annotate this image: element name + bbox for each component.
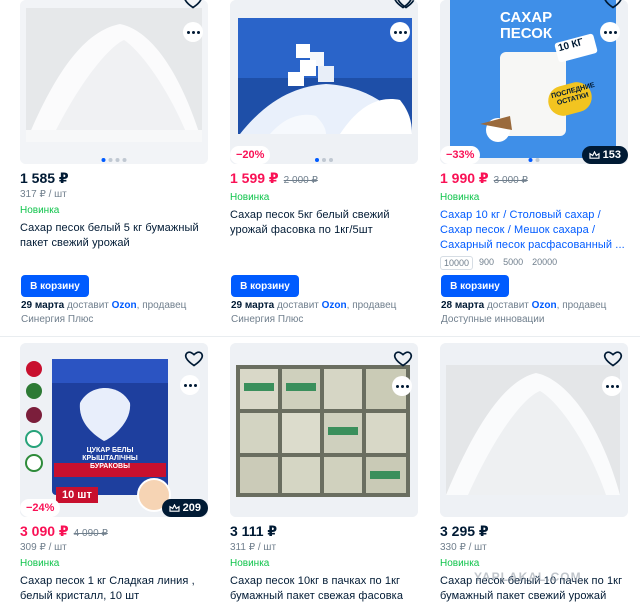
sugar-pile-photo [440,343,628,517]
product-title[interactable]: Сахар песок 10кг в пачках по 1кг бумажны… [230,574,418,604]
product-image[interactable]: САХАР ПЕСОК 10 КГ ПОСЛЕДНИЕ ОСТАТКИ −33%… [440,0,628,164]
product-image[interactable] [230,343,418,517]
price: 3 111 ₽ [230,523,278,539]
price: 1 599 ₽ [230,170,279,186]
seller-name[interactable]: Доступные инновации [441,314,544,325]
image-pager[interactable] [101,158,127,162]
pack-count-label: 10 шт [56,487,98,503]
price: 3 295 ₽ [440,523,489,539]
weight-option[interactable]: 20000 [529,256,560,270]
product-card[interactable]: 3 111 ₽ 311 ₽ / шт Новинка Сахар песок 1… [230,343,418,604]
old-price: 2 000 ₽ [283,175,318,186]
weight-option[interactable]: 900 [476,256,497,270]
product-title[interactable]: Сахар песок 1 кг Сладкая линия , белый к… [20,574,208,604]
price: 3 090 ₽ [20,523,69,539]
more-dots-icon[interactable] [392,376,412,396]
new-badge: Новинка [20,558,60,569]
add-to-cart-button[interactable]: В корзину [441,275,509,297]
more-dots-icon[interactable] [390,22,410,42]
sugar-pile-photo [20,0,208,164]
discount-badge: −20% [230,146,271,164]
price: 1 990 ₽ [440,170,489,186]
unit-price: 311 ₽ / шт [230,542,277,553]
heart-icon[interactable] [393,348,413,368]
row-divider [0,336,640,337]
more-dots-icon[interactable] [600,22,620,42]
product-card[interactable]: −20% 1 599 ₽ 2 000 ₽ Новинка Сахар песок… [230,0,418,238]
delivery-info: 29 марта доставит Ozon, продавец Синерги… [21,300,187,325]
new-badge: Новинка [230,558,270,569]
heart-icon[interactable] [184,348,204,368]
rating-badge: 153 [581,146,628,164]
watermark: YAPLAKAL.COM [474,570,582,584]
image-pager[interactable] [315,158,333,162]
unit-price: 330 ₽ / шт [440,542,487,553]
seller-name[interactable]: Синергия Плюс [231,314,303,325]
old-price: 4 090 ₽ [73,528,108,539]
delivery-info: 28 марта доставит Ozon, продавец Доступн… [441,300,607,325]
product-title[interactable]: Сахар песок белый 5 кг бумажный пакет св… [20,221,208,251]
sugar-packs-photo [230,343,418,517]
sugar-cubes-photo [230,0,418,164]
new-badge: Новинка [20,205,60,216]
new-badge: Новинка [440,192,480,203]
product-title[interactable]: Сахар песок 5кг белый свежий урожай фасо… [230,208,418,238]
unit-price: 317 ₽ / шт [20,189,67,200]
seller-name[interactable]: Синергия Плюс [21,314,93,325]
new-badge: Новинка [440,558,480,569]
product-image[interactable]: ЦУКАР БЕЛЫ КРЫШТАЛІЧНЫ БУРАКОВЫ 10 шт −2… [20,343,208,517]
price: 1 585 ₽ [20,170,69,186]
rating-badge: 209 [161,499,208,517]
sugar-pack-photo [20,343,208,517]
product-image[interactable]: −20% [230,0,418,164]
weight-option[interactable]: 5000 [500,256,526,270]
product-image[interactable] [20,0,208,164]
more-dots-icon[interactable] [602,376,622,396]
image-pack-text: ЦУКАР БЕЛЫ КРЫШТАЛІЧНЫ БУРАКОВЫ [82,447,138,470]
product-card[interactable]: 1 585 ₽ 317 ₽ / шт Новинка Сахар песок б… [20,0,208,251]
add-to-cart-button[interactable]: В корзину [21,275,89,297]
heart-icon[interactable] [393,0,413,10]
discount-badge: −24% [20,499,61,517]
weight-option[interactable]: 10000 [440,256,474,270]
delivery-info: 29 марта доставит Ozon, продавец Синерги… [231,300,397,325]
heart-icon[interactable] [603,348,623,368]
new-badge: Новинка [230,192,270,203]
crown-icon [169,503,180,512]
image-heading: САХАР ПЕСОК [500,9,553,42]
product-title[interactable]: Сахар 10 кг / Столовый сахар / Сахар пес… [440,208,628,253]
product-card[interactable]: ЦУКАР БЕЛЫ КРЫШТАЛІЧНЫ БУРАКОВЫ 10 шт −2… [20,343,208,604]
product-card[interactable]: 3 295 ₽ 330 ₽ / шт Новинка Сахар песок б… [440,343,628,604]
discount-badge: −33% [440,146,481,164]
more-dots-icon[interactable] [180,375,200,395]
crown-icon [589,150,600,159]
unit-price: 309 ₽ / шт [20,542,67,553]
heart-icon[interactable] [603,0,623,10]
more-dots-icon[interactable] [183,22,203,42]
product-image[interactable] [440,343,628,517]
heart-icon[interactable] [183,0,203,10]
weight-options: 10000 900 5000 20000 [440,256,628,270]
add-to-cart-button[interactable]: В корзину [231,275,299,297]
product-card[interactable]: САХАР ПЕСОК 10 КГ ПОСЛЕДНИЕ ОСТАТКИ −33%… [440,0,628,270]
old-price: 3 000 ₽ [493,175,528,186]
image-pager[interactable] [528,158,540,162]
